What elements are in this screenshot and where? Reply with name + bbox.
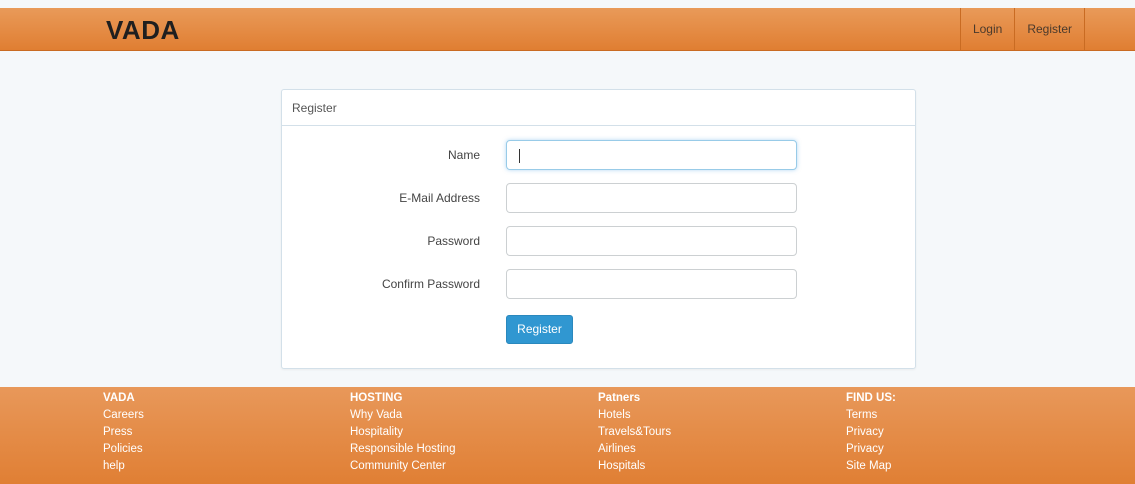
footer-link-hospitals[interactable]: Hospitals [598, 458, 671, 475]
footer-column-vada: VADA Careers Press Policies help [103, 390, 144, 475]
footer-link-site-map[interactable]: Site Map [846, 458, 896, 475]
password-row: Password [282, 226, 915, 256]
footer-column-find-us: FIND US: Terms Privacy Privacy Site Map [846, 390, 896, 475]
confirm-password-row: Confirm Password [282, 269, 915, 299]
confirm-password-field[interactable] [506, 269, 797, 299]
footer-link-community-center[interactable]: Community Center [350, 458, 455, 475]
footer-link-privacy-2[interactable]: Privacy [846, 441, 896, 458]
footer-heading: VADA [103, 392, 135, 404]
footer-column-hosting: HOSTING Why Vada Hospitality Responsible… [350, 390, 455, 475]
name-row: Name [282, 140, 915, 170]
password-field[interactable] [506, 226, 797, 256]
panel-heading: Register [282, 90, 915, 126]
text-cursor [519, 149, 520, 163]
footer-link-help[interactable]: help [103, 458, 144, 475]
footer-link-privacy[interactable]: Privacy [846, 424, 896, 441]
name-label: Name [447, 148, 480, 162]
footer: VADA Careers Press Policies help HOSTING… [0, 387, 1135, 484]
footer-link-airlines[interactable]: Airlines [598, 441, 671, 458]
footer-link-press[interactable]: Press [103, 424, 144, 441]
footer-link-travels-tours[interactable]: Travels&Tours [598, 424, 671, 441]
footer-link-responsible-hosting[interactable]: Responsible Hosting [350, 441, 455, 458]
footer-heading: HOSTING [350, 392, 403, 404]
register-panel: Register Name E-Mail Address Password Co… [281, 89, 916, 369]
register-submit-button[interactable]: Register [506, 315, 573, 344]
name-field[interactable] [506, 140, 797, 170]
footer-link-why-vada[interactable]: Why Vada [350, 407, 455, 424]
brand-logo[interactable]: VADA [106, 15, 180, 46]
footer-link-hotels[interactable]: Hotels [598, 407, 671, 424]
email-field[interactable] [506, 183, 797, 213]
email-label: E-Mail Address [399, 191, 480, 205]
footer-link-careers[interactable]: Careers [103, 407, 144, 424]
footer-heading: Patners [598, 392, 641, 404]
nav-register-link[interactable]: Register [1015, 8, 1085, 51]
nav-links: Login Register [959, 8, 1085, 51]
password-label: Password [427, 234, 480, 248]
top-navbar: VADA Login Register [0, 8, 1135, 51]
footer-link-hospitality[interactable]: Hospitality [350, 424, 455, 441]
confirm-password-label: Confirm Password [381, 277, 480, 291]
nav-login-link[interactable]: Login [961, 8, 1016, 51]
footer-link-policies[interactable]: Policies [103, 441, 144, 458]
footer-heading: FIND US: [846, 392, 896, 404]
footer-column-partners: Patners Hotels Travels&Tours Airlines Ho… [598, 390, 671, 475]
footer-link-terms[interactable]: Terms [846, 407, 896, 424]
email-row: E-Mail Address [282, 183, 915, 213]
